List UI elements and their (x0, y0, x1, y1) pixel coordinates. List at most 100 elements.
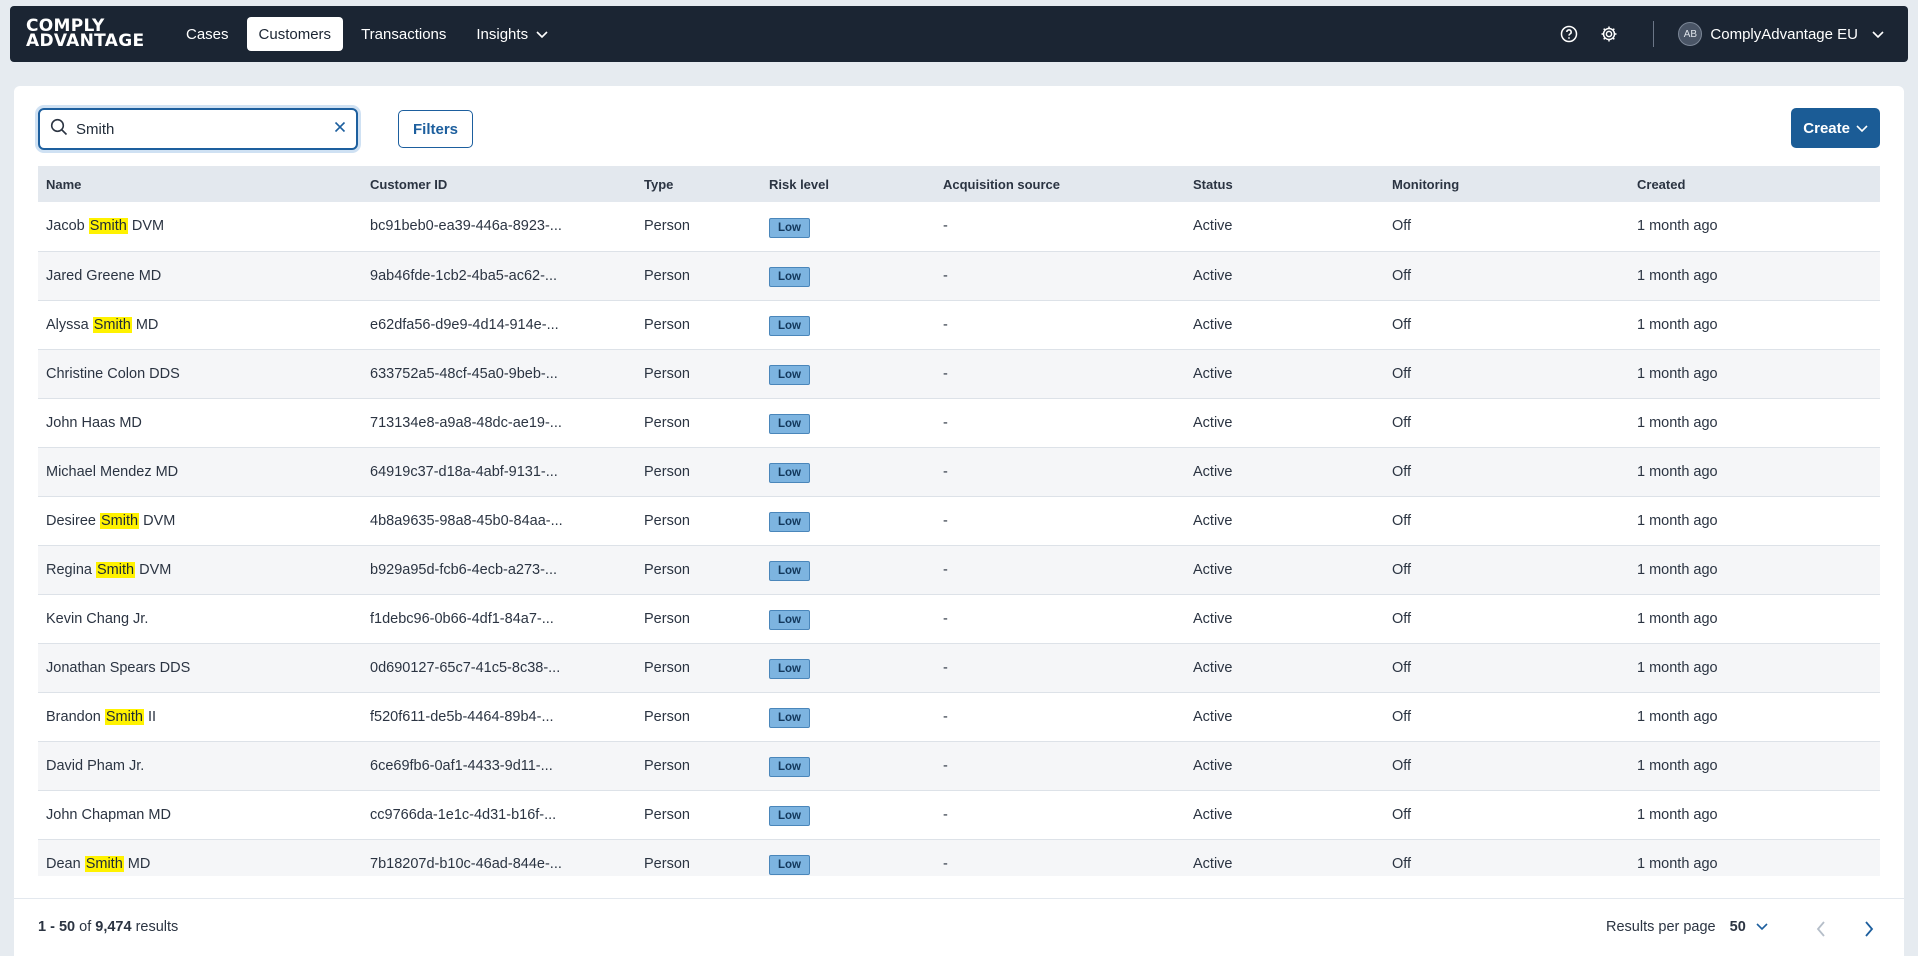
cell-created: 1 month ago (1637, 414, 1718, 431)
cell-name: Desiree Smith DVM (38, 496, 362, 545)
search-highlight: Smith (88, 218, 128, 235)
table-row[interactable]: Christine Colon DDS 633752a5-48cf-45a0-9b… (38, 349, 1880, 398)
toolbar: Filters Create (38, 108, 1880, 150)
filters-button[interactable]: Filters (398, 110, 474, 148)
search-box[interactable] (38, 108, 358, 150)
table-row[interactable]: John Haas MD 713134e8-a9a8-48dc-ae19-... P… (38, 398, 1880, 447)
column-header-created[interactable]: Created (1629, 166, 1880, 202)
cell-created: 1 month ago (1637, 218, 1718, 235)
customer-name: Alyssa Smith MD (46, 316, 159, 333)
table-body: Jacob Smith DVM bc91beb0-ea39-446a-8923-.… (38, 202, 1880, 876)
cell-risk-level: Low (761, 790, 935, 839)
column-header-status[interactable]: Status (1185, 166, 1384, 202)
cell-acquisition-source: - (943, 610, 948, 627)
cell-acquisition-source: - (943, 806, 948, 823)
column-header-type[interactable]: Type (636, 166, 761, 202)
nav-cases-label: Cases (186, 25, 229, 43)
table-row[interactable]: David Pham Jr. 6ce69fb6-0af1-4433-9d11-..… (38, 741, 1880, 790)
chevron-down-icon[interactable] (1756, 919, 1768, 935)
cell-type: Person (644, 561, 690, 578)
cell-customer-id: bc91beb0-ea39-446a-8923-... (370, 218, 562, 235)
cell-acquisition-source: - (943, 463, 948, 480)
cell-created: 1 month ago (1637, 610, 1718, 627)
column-header-risk-level[interactable]: Risk level (761, 166, 935, 202)
cell-name: John Chapman MD (46, 806, 171, 823)
customer-name: Desiree Smith DVM (46, 512, 176, 529)
cell-acquisition-source: - (943, 708, 948, 725)
cell-monitoring: Off (1392, 267, 1412, 284)
cell-type: Person (644, 806, 690, 823)
cell-customer-id: 4b8a9635-98a8-45b0-84aa-... (370, 512, 563, 529)
table-row[interactable]: Alyssa Smith MD e62dfa56-d9e9-4d14-914e-.… (38, 300, 1880, 349)
nav-transactions-label: Transactions (361, 25, 447, 43)
create-button[interactable]: Create (1791, 108, 1880, 148)
top-right-controls: AB ComplyAdvantage EU (1549, 6, 1908, 62)
table-row[interactable]: Regina Smith DVM b929a95d-fcb6-4ecb-a273-… (38, 545, 1880, 594)
cell-created: 1 month ago (1637, 561, 1718, 578)
cell-created: 1 month ago (1637, 806, 1718, 823)
cell-risk-level: Low (761, 692, 935, 741)
cell-status: Active (1193, 365, 1233, 382)
risk-badge: Low (769, 463, 810, 483)
table-row[interactable]: Jonathan Spears DDS 0d690127-65c7-41c5-8c… (38, 643, 1880, 692)
table-row[interactable]: Michael Mendez MD 64919c37-d18a-4abf-9131… (38, 447, 1880, 496)
per-page-select[interactable]: 50 (1730, 919, 1746, 935)
cell-status: Active (1193, 806, 1233, 823)
column-header-name[interactable]: Name (38, 166, 362, 202)
cell-monitoring: Off (1392, 463, 1412, 480)
search-highlight: Smith (84, 855, 124, 872)
previous-page-button[interactable] (1804, 912, 1838, 946)
cell-type: Person (644, 855, 690, 872)
results-word: results (135, 919, 179, 935)
nav-customers[interactable]: Customers (246, 17, 344, 51)
table-row[interactable]: Dean Smith MD 7b18207d-b10c-46ad-844e-...… (38, 839, 1880, 876)
cell-risk-level: Low (761, 594, 935, 643)
cell-type: Person (644, 365, 690, 382)
table-row[interactable]: John Chapman MD cc9766da-1e1c-4d31-b16f-.… (38, 790, 1880, 839)
company-logo[interactable]: COMPLY ADVANTAGE (26, 18, 148, 51)
cell-customer-id: cc9766da-1e1c-4d31-b16f-... (370, 806, 557, 823)
table-row[interactable]: Desiree Smith DVM 4b8a9635-98a8-45b0-84aa… (38, 496, 1880, 545)
cell-name: Alyssa Smith MD (38, 300, 362, 349)
cell-type: Person (644, 316, 690, 333)
search-icon (50, 118, 68, 141)
logo-line-2: ADVANTAGE (26, 31, 145, 51)
chevron-down-icon (536, 26, 548, 43)
cell-status: Active (1193, 512, 1233, 529)
cell-acquisition-source: - (943, 218, 948, 235)
cell-risk-level: Low (761, 251, 935, 300)
settings-gear-icon[interactable] (1589, 14, 1629, 54)
nav-cases[interactable]: Cases (174, 17, 241, 51)
pagination (1804, 912, 1886, 946)
table-row[interactable]: Jacob Smith DVM bc91beb0-ea39-446a-8923-.… (38, 202, 1880, 251)
cell-acquisition-source: - (943, 267, 948, 284)
cell-acquisition-source: - (943, 659, 948, 676)
results-of: of (79, 919, 92, 935)
cell-risk-level: Low (761, 349, 935, 398)
table-row[interactable]: Kevin Chang Jr. f1debc96-0b66-4df1-84a7-.… (38, 594, 1880, 643)
next-page-button[interactable] (1852, 912, 1886, 946)
cell-acquisition-source: - (943, 512, 948, 529)
account-menu[interactable]: AB ComplyAdvantage EU (1678, 22, 1884, 46)
clear-search-icon[interactable] (334, 120, 346, 138)
nav-transactions[interactable]: Transactions (349, 17, 458, 51)
cell-monitoring: Off (1392, 414, 1412, 431)
search-input[interactable] (76, 120, 334, 138)
chevron-down-icon (1856, 120, 1868, 137)
cell-status: Active (1193, 463, 1233, 480)
help-icon[interactable] (1549, 14, 1589, 54)
nav-insights[interactable]: Insights (464, 17, 560, 51)
risk-badge: Low (769, 757, 810, 777)
column-header-acquisition-source[interactable]: Acquisition source (935, 166, 1185, 202)
cell-status: Active (1193, 757, 1233, 774)
table-header-row: Name Customer ID Type Risk level Acquisi… (38, 166, 1880, 202)
risk-badge: Low (769, 659, 810, 679)
customer-name: Regina Smith DVM (46, 561, 172, 578)
customer-name: Dean Smith MD (46, 855, 151, 872)
table-row[interactable]: Jared Greene MD 9ab46fde-1cb2-4ba5-ac62-.… (38, 251, 1880, 300)
column-header-monitoring[interactable]: Monitoring (1384, 166, 1629, 202)
table-row[interactable]: Brandon Smith II f520f611-de5b-4464-89b4-… (38, 692, 1880, 741)
cell-created: 1 month ago (1637, 267, 1718, 284)
column-header-customer-id[interactable]: Customer ID (362, 166, 636, 202)
cell-name: Kevin Chang Jr. (46, 610, 149, 627)
